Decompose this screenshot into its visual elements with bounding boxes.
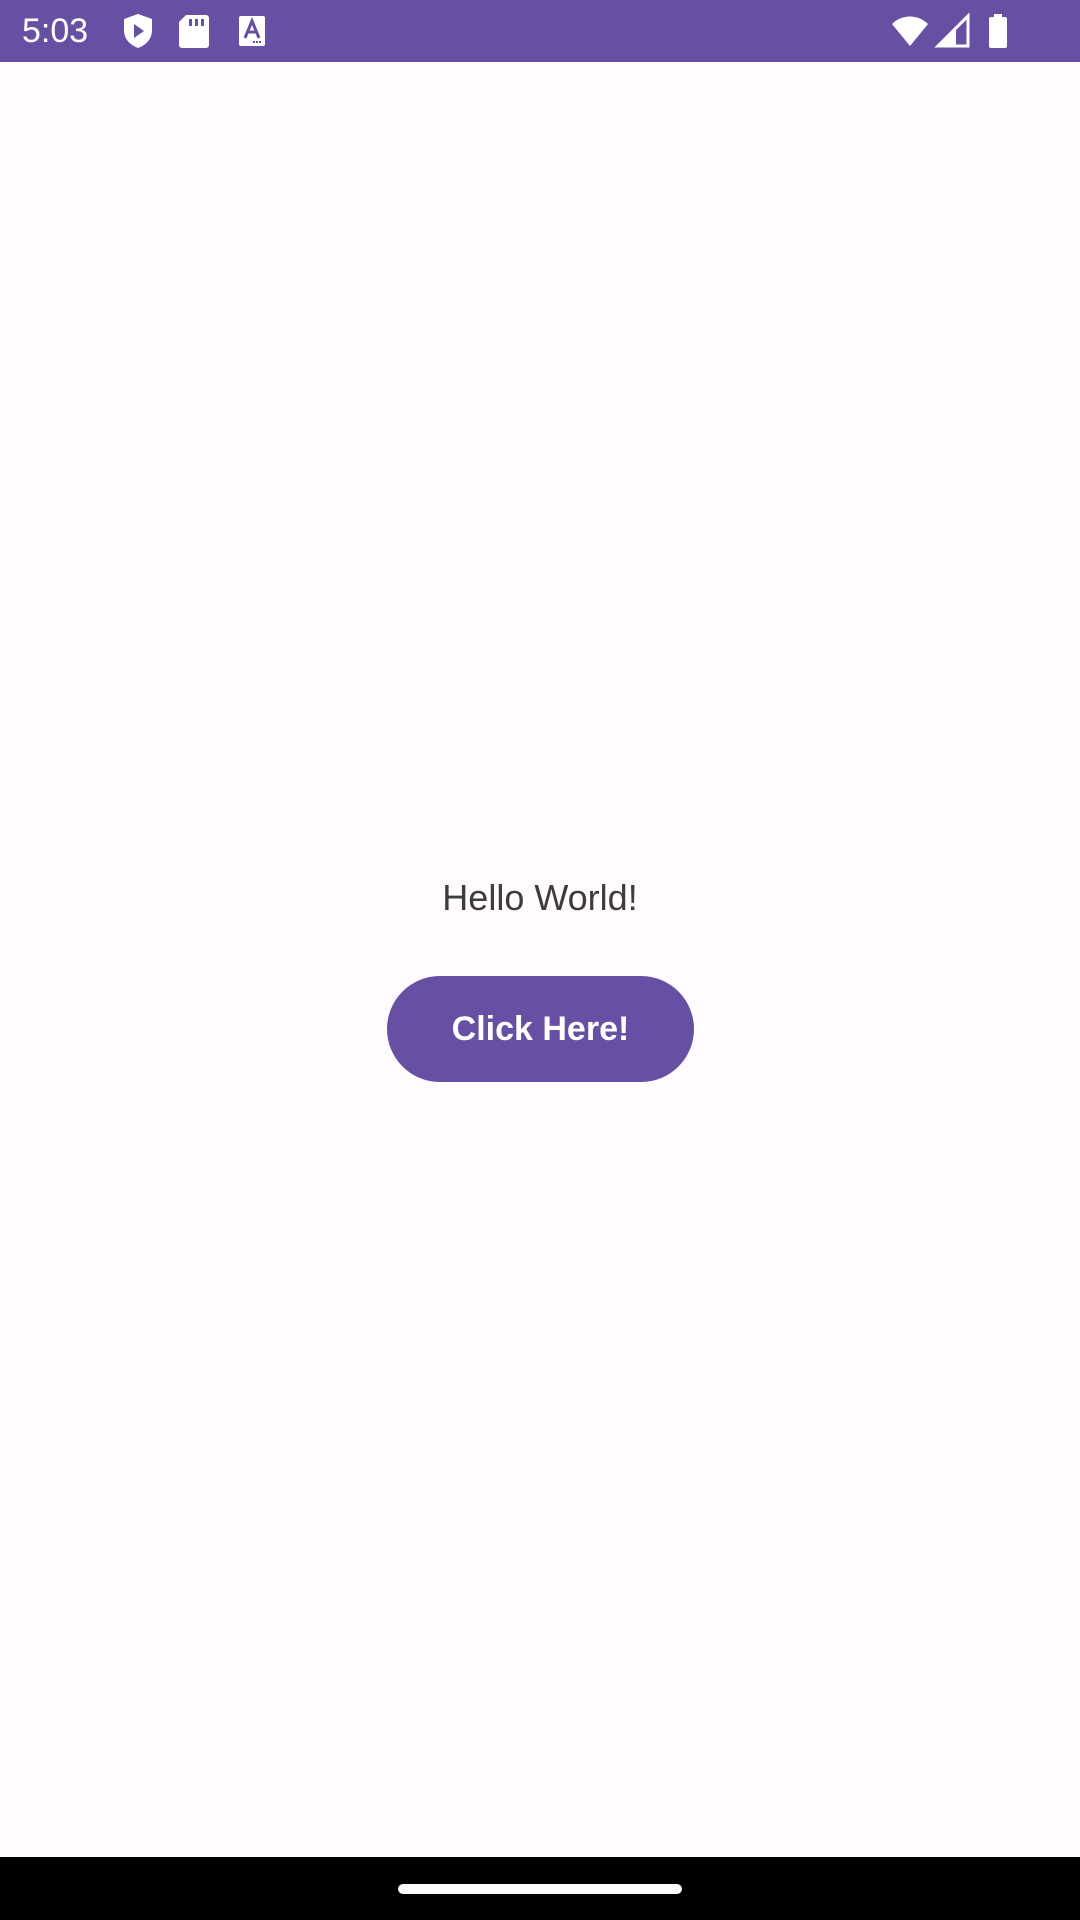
click-here-button[interactable]: Click Here!	[387, 976, 694, 1082]
cell-signal-icon	[934, 12, 970, 48]
status-bar: 5:03	[0, 0, 1080, 62]
main-content	[0, 62, 1080, 1857]
font-a-icon	[239, 16, 265, 46]
navigation-bar	[0, 1857, 1080, 1920]
battery-icon	[989, 14, 1007, 48]
play-protect-icon	[124, 14, 152, 48]
status-time: 5:03	[22, 12, 89, 50]
greeting-text: Hello World!	[442, 877, 638, 918]
home-gesture-handle[interactable]	[398, 1884, 682, 1894]
sd-card-icon	[179, 15, 209, 48]
wifi-icon	[892, 16, 928, 46]
